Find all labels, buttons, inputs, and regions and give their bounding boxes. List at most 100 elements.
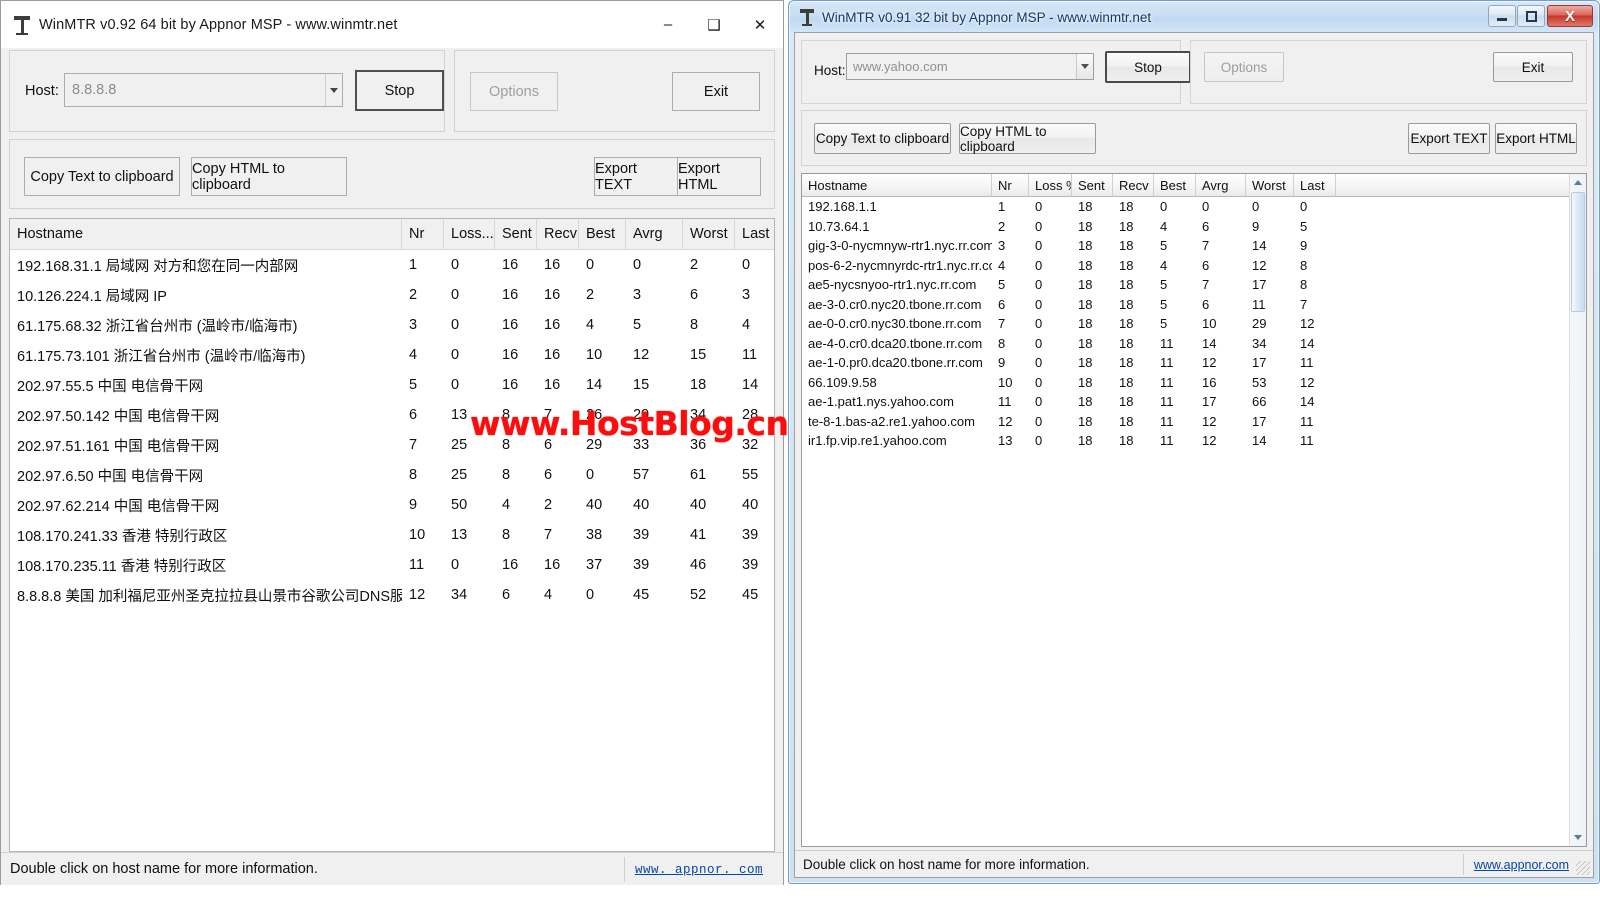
column-header-avrg[interactable]: Avrg <box>1196 174 1246 197</box>
column-header-best[interactable]: Best <box>579 219 626 249</box>
right-table-body[interactable]: 192.168.1.1 1 0 18 18 0 0 0 0 10.73.64.1 2 0 18 18 4 6 9… <box>802 197 1569 846</box>
table-row[interactable]: 10.126.224.1 局域网 IP 2 0 16 16 2 3 6 3 <box>10 280 774 310</box>
cell-loss: 25 <box>451 467 468 483</box>
scroll-up-icon[interactable] <box>1570 174 1586 191</box>
copy-text-to-clipboard-button[interactable]: Copy Text to clipboard <box>24 157 180 196</box>
table-row[interactable]: gig-3-0-nycmnyw-rtr1.nyc.rr.com 3 0 18 18 5 7 1… <box>802 236 1569 256</box>
table-row[interactable]: 202.97.51.161 中国 电信骨干网 7 25 8 6 29 33 36 32 <box>10 430 774 460</box>
cell-last: 8 <box>1300 277 1308 293</box>
appnor-link[interactable]: www.appnor.com <box>1474 858 1569 872</box>
cell-avrg: 12 <box>1202 355 1217 371</box>
left-titlebar[interactable]: WinMTR v0.92 64 bit by Appnor MSP - www.… <box>1 1 783 48</box>
table-row[interactable]: pos-6-2-nycmnyrdc-rtr1.nyc.rr.com 4 0 18 18 4… <box>802 256 1569 276</box>
cell-recv: 18 <box>1119 296 1134 312</box>
host-input[interactable]: www.yahoo.com <box>846 53 1094 80</box>
column-header-hostname[interactable]: Hostname <box>10 219 402 249</box>
right-table-scrollbar[interactable] <box>1569 174 1586 846</box>
cell-avrg: 6 <box>1202 218 1210 234</box>
scrollbar-thumb[interactable] <box>1571 192 1585 312</box>
maximize-button[interactable]: ❑ <box>691 1 737 48</box>
column-header-last[interactable]: Last <box>1294 174 1336 197</box>
close-button[interactable]: ✕ <box>737 1 783 48</box>
cell-worst: 14 <box>1252 433 1267 449</box>
options-button[interactable]: Options <box>1204 52 1284 82</box>
column-header-sent[interactable]: Sent <box>495 219 537 249</box>
copy-html-to-clipboard-button[interactable]: Copy HTML to clipboard <box>959 123 1096 154</box>
right-titlebar[interactable]: WinMTR v0.91 32 bit by Appnor MSP - www.… <box>790 2 1598 32</box>
table-row[interactable]: 202.97.62.214 中国 电信骨干网 9 50 4 2 40 40 40 40 <box>10 490 774 520</box>
export-text-button[interactable]: Export TEXT <box>1408 123 1490 154</box>
column-header-last[interactable]: Last <box>735 219 774 249</box>
table-row[interactable]: ir1.fp.vip.re1.yahoo.com 13 0 18 18 11 12 14 11 <box>802 431 1569 451</box>
column-header-loss[interactable]: Loss... <box>444 219 495 249</box>
column-header-loss[interactable]: Loss % <box>1029 174 1072 197</box>
table-row[interactable]: 108.170.241.33 香港 特别行政区 10 13 8 7 38 39 41 39 <box>10 520 774 550</box>
right-options-group: Options Exit <box>1190 40 1587 104</box>
export-html-button[interactable]: Export HTML <box>1495 123 1577 154</box>
column-header-worst[interactable]: Worst <box>683 219 735 249</box>
maximize-button[interactable] <box>1517 5 1545 27</box>
cell-hostname: ae-1-0.pr0.dca20.tbone.rr.com <box>808 355 983 371</box>
table-row[interactable]: ae-4-0.cr0.dca20.tbone.rr.com 8 0 18 18 11 14 3… <box>802 334 1569 354</box>
column-header-hostname[interactable]: Hostname <box>802 174 992 197</box>
table-row[interactable]: ae-0-0.cr0.nyc30.tbone.rr.com 7 0 18 18 5 10 29… <box>802 314 1569 334</box>
cell-hostname: 202.97.55.5 中国 电信骨干网 <box>17 378 204 395</box>
copy-text-to-clipboard-button[interactable]: Copy Text to clipboard <box>814 123 951 154</box>
cell-last: 11 <box>1300 433 1314 449</box>
export-text-button[interactable]: Export TEXT <box>594 157 678 196</box>
options-button[interactable]: Options <box>470 72 558 111</box>
table-row[interactable]: 61.175.73.101 浙江省台州市 (温岭市/临海市) 4 0 16 16 10 12… <box>10 340 774 370</box>
stop-button[interactable]: Stop <box>1105 51 1191 83</box>
chevron-down-icon[interactable] <box>1076 54 1093 79</box>
minimize-button[interactable]: – <box>645 1 691 48</box>
column-header-recv[interactable]: Recv <box>1113 174 1154 197</box>
cell-sent: 18 <box>1078 296 1093 312</box>
cell-best: 0 <box>1160 199 1168 215</box>
column-header-sent[interactable]: Sent <box>1072 174 1113 197</box>
cell-nr: 9 <box>409 497 418 513</box>
table-row[interactable]: 202.97.55.5 中国 电信骨干网 5 0 16 16 14 15 18 14 <box>10 370 774 400</box>
table-row[interactable]: 192.168.1.1 1 0 18 18 0 0 0 0 <box>802 197 1569 217</box>
table-row[interactable]: ae-1-0.pr0.dca20.tbone.rr.com 9 0 18 18 11 12 1… <box>802 353 1569 373</box>
table-row[interactable]: 202.97.50.142 中国 电信骨干网 6 13 8 7 26 29 34 28 <box>10 400 774 430</box>
table-row[interactable]: ae-1.pat1.nys.yahoo.com 11 0 18 18 11 17 66 14 <box>802 392 1569 412</box>
column-header-best[interactable]: Best <box>1154 174 1196 197</box>
table-row[interactable]: 192.168.31.1 局域网 对方和您在同一内部网 1 0 16 16 0 0 2 0 <box>10 250 774 280</box>
column-header-avrg[interactable]: Avrg <box>626 219 683 249</box>
left-table-body[interactable]: 192.168.31.1 局域网 对方和您在同一内部网 1 0 16 16 0 0 2 0 10.… <box>10 250 774 851</box>
table-row[interactable]: te-8-1.bas-a2.re1.yahoo.com 12 0 18 18 11 12 17… <box>802 412 1569 432</box>
cell-nr: 5 <box>998 277 1006 293</box>
column-header-worst[interactable]: Worst <box>1246 174 1294 197</box>
table-row[interactable]: 61.175.68.32 浙江省台州市 (温岭市/临海市) 3 0 16 16 4 5 8 4 <box>10 310 774 340</box>
host-input[interactable]: 8.8.8.8 <box>64 73 343 107</box>
appnor-link[interactable]: www. appnor. com <box>635 863 763 877</box>
export-html-button[interactable]: Export HTML <box>677 157 761 196</box>
cell-loss: 0 <box>1035 218 1043 234</box>
table-row[interactable]: 108.170.235.11 香港 特别行政区 11 0 16 16 37 39 46 39 <box>10 550 774 580</box>
exit-button[interactable]: Exit <box>1493 52 1573 82</box>
column-header-recv[interactable]: Recv <box>537 219 579 249</box>
close-button[interactable]: X <box>1547 5 1593 27</box>
table-row[interactable]: 66.109.9.58 10 0 18 18 11 16 53 12 <box>802 373 1569 393</box>
table-row[interactable]: ae-3-0.cr0.nyc20.tbone.rr.com 6 0 18 18 5 6 11 7 <box>802 295 1569 315</box>
resize-grip-icon[interactable] <box>1576 861 1590 875</box>
cell-avrg: 45 <box>633 587 650 603</box>
column-header-nr[interactable]: Nr <box>992 174 1029 197</box>
table-row[interactable]: 202.97.6.50 中国 电信骨干网 8 25 8 6 0 57 61 55 <box>10 460 774 490</box>
chevron-down-icon[interactable] <box>325 74 342 106</box>
cell-last: 39 <box>742 557 759 573</box>
copy-html-to-clipboard-button[interactable]: Copy HTML to clipboard <box>191 157 347 196</box>
column-header-filler <box>1336 174 1569 197</box>
cell-sent: 4 <box>502 497 511 513</box>
host-input-value: www.yahoo.com <box>853 59 948 74</box>
scroll-down-icon[interactable] <box>1570 829 1586 846</box>
table-row[interactable]: 8.8.8.8 美国 加利福尼亚州圣克拉拉县山景市谷歌公司DNS服务器 12 34 6… <box>10 580 774 610</box>
exit-button[interactable]: Exit <box>672 72 760 111</box>
cell-worst: 34 <box>690 407 707 423</box>
table-row[interactable]: ae5-nycsnyoo-rtr1.nyc.rr.com 5 0 18 18 5 7 17 8 <box>802 275 1569 295</box>
table-row[interactable]: 10.73.64.1 2 0 18 18 4 6 9 5 <box>802 217 1569 237</box>
column-header-nr[interactable]: Nr <box>402 219 444 249</box>
minimize-button[interactable] <box>1488 5 1516 27</box>
cell-last: 14 <box>1300 335 1315 351</box>
stop-button[interactable]: Stop <box>355 70 444 111</box>
